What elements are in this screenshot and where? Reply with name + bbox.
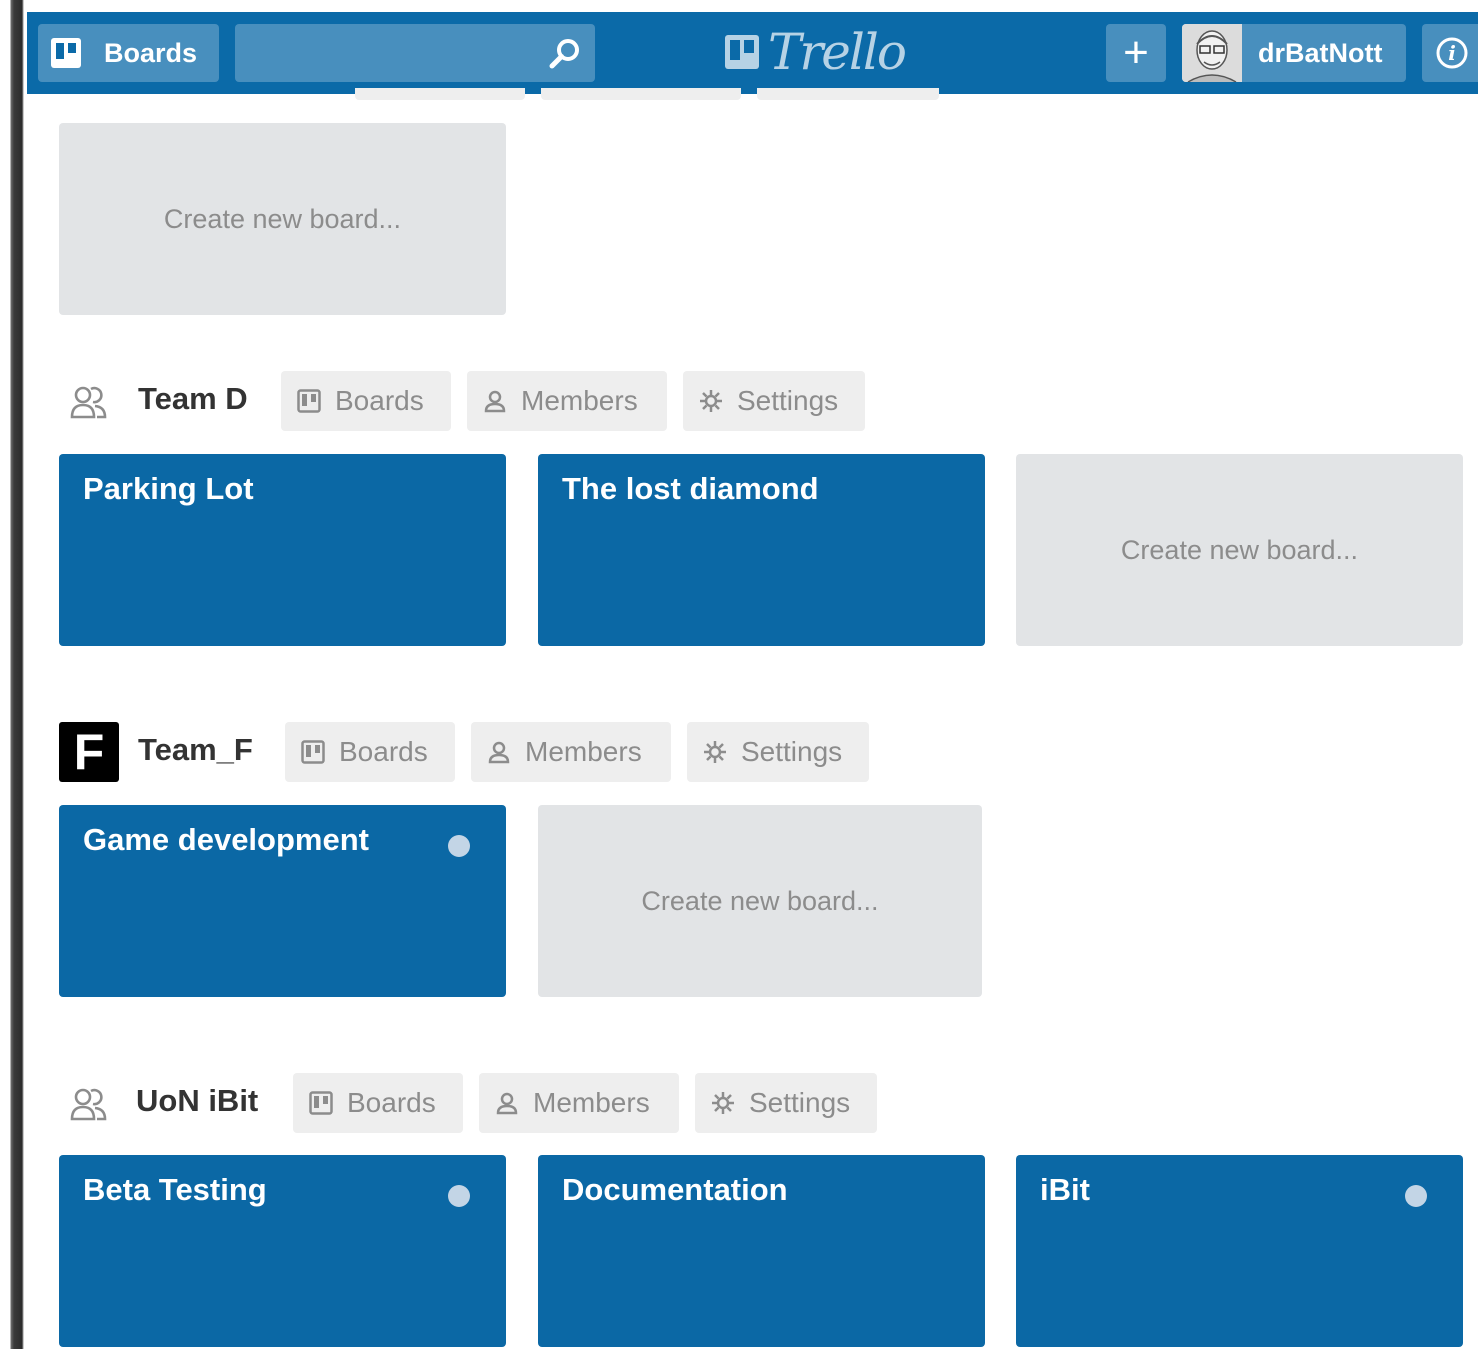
board-icon [301,740,325,764]
board-title: The lost diamond [562,471,819,506]
create-board-label: Create new board... [1120,534,1359,565]
create-board-tile[interactable]: Create new board... [538,805,982,997]
user-menu-button[interactable]: drBatNott [1182,24,1406,82]
member-icon [488,741,510,764]
trello-logo-icon [725,35,759,69]
gear-icon [712,1092,734,1114]
board-tile-beta-testing[interactable]: Beta Testing [59,1155,506,1347]
hidden-tab-members [541,88,741,100]
team-header-team-d: Team D Boards Members Settings [59,371,879,431]
add-button[interactable]: + [1106,24,1166,82]
board-title: Parking Lot [83,471,254,506]
board-title: iBit [1040,1172,1090,1207]
tab-label: Members [521,385,638,416]
team-header-uon-ibit: UoN iBit Boards Members Settings [59,1073,889,1133]
hidden-tab-boards [355,88,525,100]
top-header-bar: Boards Trello + drBatNott i [27,12,1478,94]
uon-ibit-settings-tab[interactable]: Settings [695,1073,877,1133]
team-f-settings-tab[interactable]: Settings [687,722,869,782]
board-icon [309,1091,333,1115]
board-tile-ibit[interactable]: iBit [1016,1155,1463,1347]
board-icon [297,389,321,413]
board-tile-documentation[interactable]: Documentation [538,1155,985,1347]
team-header-team-f: F Team_F Boards Members Settings [59,722,879,782]
uon-ibit-boards-tab[interactable]: Boards [293,1073,463,1133]
tab-label: Boards [347,1087,436,1118]
board-tile-the-lost-diamond[interactable]: The lost diamond [538,454,985,646]
svg-text:i: i [1448,41,1456,65]
tab-label: Settings [741,736,843,767]
team-logo-letter: F [73,724,105,780]
gear-icon [704,741,726,763]
boards-menu-label: Boards [104,37,198,68]
tab-label: Boards [335,385,424,416]
info-button[interactable]: i [1422,24,1478,82]
create-board-tile[interactable]: Create new board... [1016,454,1463,646]
tab-label: Members [533,1087,650,1118]
team-f-boards-tab[interactable]: Boards [285,722,455,782]
team-d-settings-tab[interactable]: Settings [683,371,865,431]
team-name[interactable]: Team_F [138,732,253,768]
tab-label: Settings [749,1087,851,1118]
member-icon [496,1092,518,1115]
avatar [1182,24,1242,82]
team-members-icon [59,1073,119,1133]
trello-logo[interactable]: Trello [724,22,907,82]
search-input[interactable] [235,24,595,82]
tab-label: Settings [737,385,839,416]
create-board-tile[interactable]: Create new board... [59,123,506,315]
board-title: Game development [83,822,369,857]
username-label: drBatNott [1258,37,1383,68]
create-board-label: Create new board... [163,203,402,234]
logo-text: Trello [768,23,907,81]
create-board-label: Create new board... [641,885,879,916]
window-edge [0,0,27,1349]
info-icon: i [1436,37,1468,69]
board-title: Documentation [562,1172,788,1207]
window-top-border [27,0,1478,12]
starred-dot-icon[interactable] [1405,1185,1427,1207]
team-d-boards-tab[interactable]: Boards [281,371,451,431]
boards-menu-button[interactable]: Boards [38,24,219,82]
member-icon [484,390,506,413]
team-logo-icon: F [59,722,119,782]
starred-dot-icon[interactable] [448,835,470,857]
team-name[interactable]: UoN iBit [136,1083,258,1119]
gear-icon [700,390,722,412]
uon-ibit-members-tab[interactable]: Members [479,1073,679,1133]
board-tile-parking-lot[interactable]: Parking Lot [59,454,506,646]
team-members-icon [59,371,119,431]
board-tile-game-development[interactable]: Game development [59,805,506,997]
starred-dot-icon[interactable] [448,1185,470,1207]
team-d-members-tab[interactable]: Members [467,371,667,431]
tab-label: Boards [339,736,428,767]
board-icon [51,38,81,68]
hidden-tab-settings [757,88,939,100]
team-name[interactable]: Team D [138,381,248,417]
plus-icon: + [1123,28,1149,77]
tab-label: Members [525,736,642,767]
search-icon[interactable] [547,36,583,72]
team-f-members-tab[interactable]: Members [471,722,671,782]
board-title: Beta Testing [83,1172,267,1207]
